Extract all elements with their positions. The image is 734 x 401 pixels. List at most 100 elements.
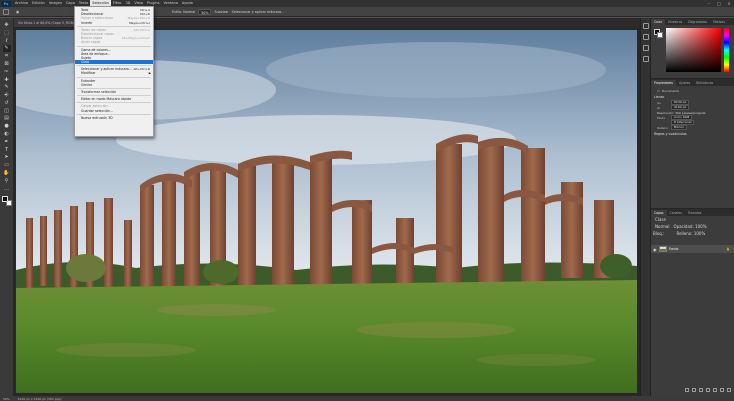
tab-paths[interactable]: Trazados [685, 210, 705, 216]
tab-gradients[interactable]: Degradados [685, 19, 710, 25]
more-tool-icon[interactable]: … [3, 185, 11, 192]
quick-select-tool-icon[interactable]: ✎ [2, 45, 11, 52]
crop-tool-icon[interactable]: ⌗ [3, 53, 11, 59]
stamp-tool-icon[interactable]: ⎆ [3, 92, 11, 98]
new-group-icon[interactable] [713, 388, 717, 392]
layers-panel: Capas Canales Trazados Clase Normal Opaci… [651, 208, 734, 396]
menu-item-label: Invertir [81, 20, 93, 25]
zoom-level[interactable]: 50% [3, 397, 10, 401]
new-layer-icon[interactable] [720, 388, 724, 392]
foreground-color-swatch[interactable] [1, 196, 8, 203]
character-panel-icon[interactable] [642, 56, 649, 62]
type-tool-icon[interactable]: T [3, 147, 11, 153]
brush-settings-icon[interactable] [642, 45, 649, 51]
bit-depth-select[interactable]: 8 bits/canal [671, 120, 695, 125]
menu-separator [77, 88, 151, 89]
menu-item-label: Transformar selección [81, 90, 116, 94]
zoom-tool-icon[interactable]: ⚲ [3, 178, 11, 184]
menu-item-nueva-extrusión-3d[interactable]: Nueva extrusión 3D [75, 116, 153, 120]
rulers-grids-section[interactable]: Reglas y cuadrículas [651, 132, 734, 137]
height-field[interactable]: 4160 px [671, 105, 690, 110]
antialias-option[interactable]: Suavizar [214, 10, 228, 14]
history-brush-tool-icon[interactable]: ↺ [3, 100, 11, 106]
layer-row-background[interactable]: ◉ Fondo 🔒 [651, 245, 734, 253]
menu-item-invertir[interactable]: Invertir Mayús+Ctrl+I [75, 21, 153, 25]
fill-select[interactable]: Blanco [671, 125, 688, 130]
document-icon: ▭ [657, 88, 660, 93]
minimize-button[interactable]: – [704, 0, 714, 7]
frame-tool-icon[interactable]: ⊠ [3, 61, 11, 67]
new-selection-icon[interactable]: ▣ [16, 10, 19, 14]
menu-item-similar[interactable]: Similar [75, 83, 153, 87]
layer-style-icon[interactable] [692, 388, 696, 392]
maximize-button[interactable]: □ [714, 0, 724, 7]
opacity-field[interactable]: Opacidad: 100% [673, 224, 706, 229]
blur-tool-icon[interactable]: ● [3, 123, 11, 129]
actions-panel-icon[interactable] [642, 34, 649, 40]
move-tool-icon[interactable]: ✥ [3, 22, 11, 28]
select-mask-option[interactable]: Seleccionar y aplicar máscara... [232, 10, 285, 14]
marquee-tool-icon[interactable]: ⬚ [3, 30, 11, 36]
link-layers-icon[interactable] [685, 388, 689, 392]
layer-kind-filter[interactable]: Clase [653, 217, 668, 222]
lasso-tool-icon[interactable]: ℓ [3, 38, 11, 44]
menu-imagen[interactable]: Imagen [47, 0, 64, 7]
pen-tool-icon[interactable]: ✒ [3, 139, 11, 145]
adjustment-layer-icon[interactable] [706, 388, 710, 392]
menu-item-cielo[interactable]: Cielo [75, 60, 153, 65]
dodge-tool-icon[interactable]: ◐ [3, 131, 11, 137]
layers-footer [651, 388, 734, 394]
visibility-eye-icon[interactable]: ◉ [653, 247, 657, 252]
tab-patterns[interactable]: Motivos [710, 19, 728, 25]
tab-adjustments[interactable]: Ajustes [676, 80, 693, 86]
brush-tool-icon[interactable]: ✎ [3, 84, 11, 90]
menu-separator [77, 102, 151, 104]
foreground-background-swatches[interactable] [654, 29, 663, 38]
hand-tool-icon[interactable]: ✋ [3, 170, 11, 176]
fill-label: Relleno [657, 125, 669, 130]
background-swatch[interactable] [657, 32, 663, 38]
style-option[interactable]: Estilo: Normal [172, 10, 195, 14]
menu-item-transformar-selección[interactable]: Transformar selección [75, 90, 153, 94]
menu-item-shortcut: Mayús+Ctrl+I [129, 20, 150, 25]
eraser-tool-icon[interactable]: ◫ [3, 108, 11, 114]
menu-ventana[interactable]: Ventana [162, 0, 180, 7]
eyedropper-tool-icon[interactable]: ✑ [3, 69, 11, 75]
zoom-field[interactable]: 50% [198, 8, 212, 15]
hue-slider[interactable] [724, 28, 729, 72]
mode-select[interactable]: Color RGB [671, 115, 693, 120]
menu-edicion[interactable]: Edición [30, 0, 47, 7]
tab-color[interactable]: Color [651, 19, 666, 25]
lock-label: Bloq.: [653, 231, 665, 236]
healing-tool-icon[interactable]: ✚ [3, 76, 11, 83]
gradient-tool-icon[interactable]: ▤ [3, 115, 11, 121]
menu-item-modificar[interactable]: Modificar ▶ [75, 71, 153, 75]
menu-item-label: Similar [81, 82, 93, 87]
color-picker-field[interactable] [666, 28, 721, 72]
add-mask-icon[interactable] [699, 388, 703, 392]
menu-item-aislar-capas[interactable]: Aislar capas [75, 40, 153, 44]
shape-tool-icon[interactable]: ▭ [3, 162, 11, 168]
width-field[interactable]: 6240 px [671, 100, 690, 105]
blend-mode-select[interactable]: Normal [653, 224, 671, 229]
menu-item-label: Aislar capas [81, 40, 101, 45]
menu-item-guardar-selección[interactable]: Guardar selección... [75, 109, 153, 113]
tab-channels[interactable]: Canales [667, 210, 685, 216]
menu-archivo[interactable]: Archivo [13, 0, 30, 7]
menu-separator [77, 25, 151, 27]
menu-item-editar-en-modo-máscara-rápida[interactable]: Editar en modo Máscara rápida [75, 97, 153, 101]
tab-swatches[interactable]: Muestras [665, 19, 685, 25]
tab-layers[interactable]: Capas [651, 210, 667, 216]
close-window-button[interactable]: × [724, 0, 734, 7]
delete-layer-icon[interactable] [727, 388, 731, 392]
document-label: Documento [661, 88, 680, 93]
color-swatches[interactable] [1, 196, 12, 207]
fill-field[interactable]: Relleno: 100% [676, 231, 705, 236]
history-panel-icon[interactable] [642, 23, 649, 29]
menu-ayuda[interactable]: Ayuda [180, 0, 195, 7]
tab-properties[interactable]: Propiedades [651, 80, 676, 86]
tab-libraries[interactable]: Bibliotecas [693, 80, 716, 86]
path-select-tool-icon[interactable]: ➤ [3, 154, 11, 160]
document-info: 6240 px x 4160 px (300 ppp) [17, 396, 62, 401]
current-tool-icon[interactable] [3, 8, 9, 15]
